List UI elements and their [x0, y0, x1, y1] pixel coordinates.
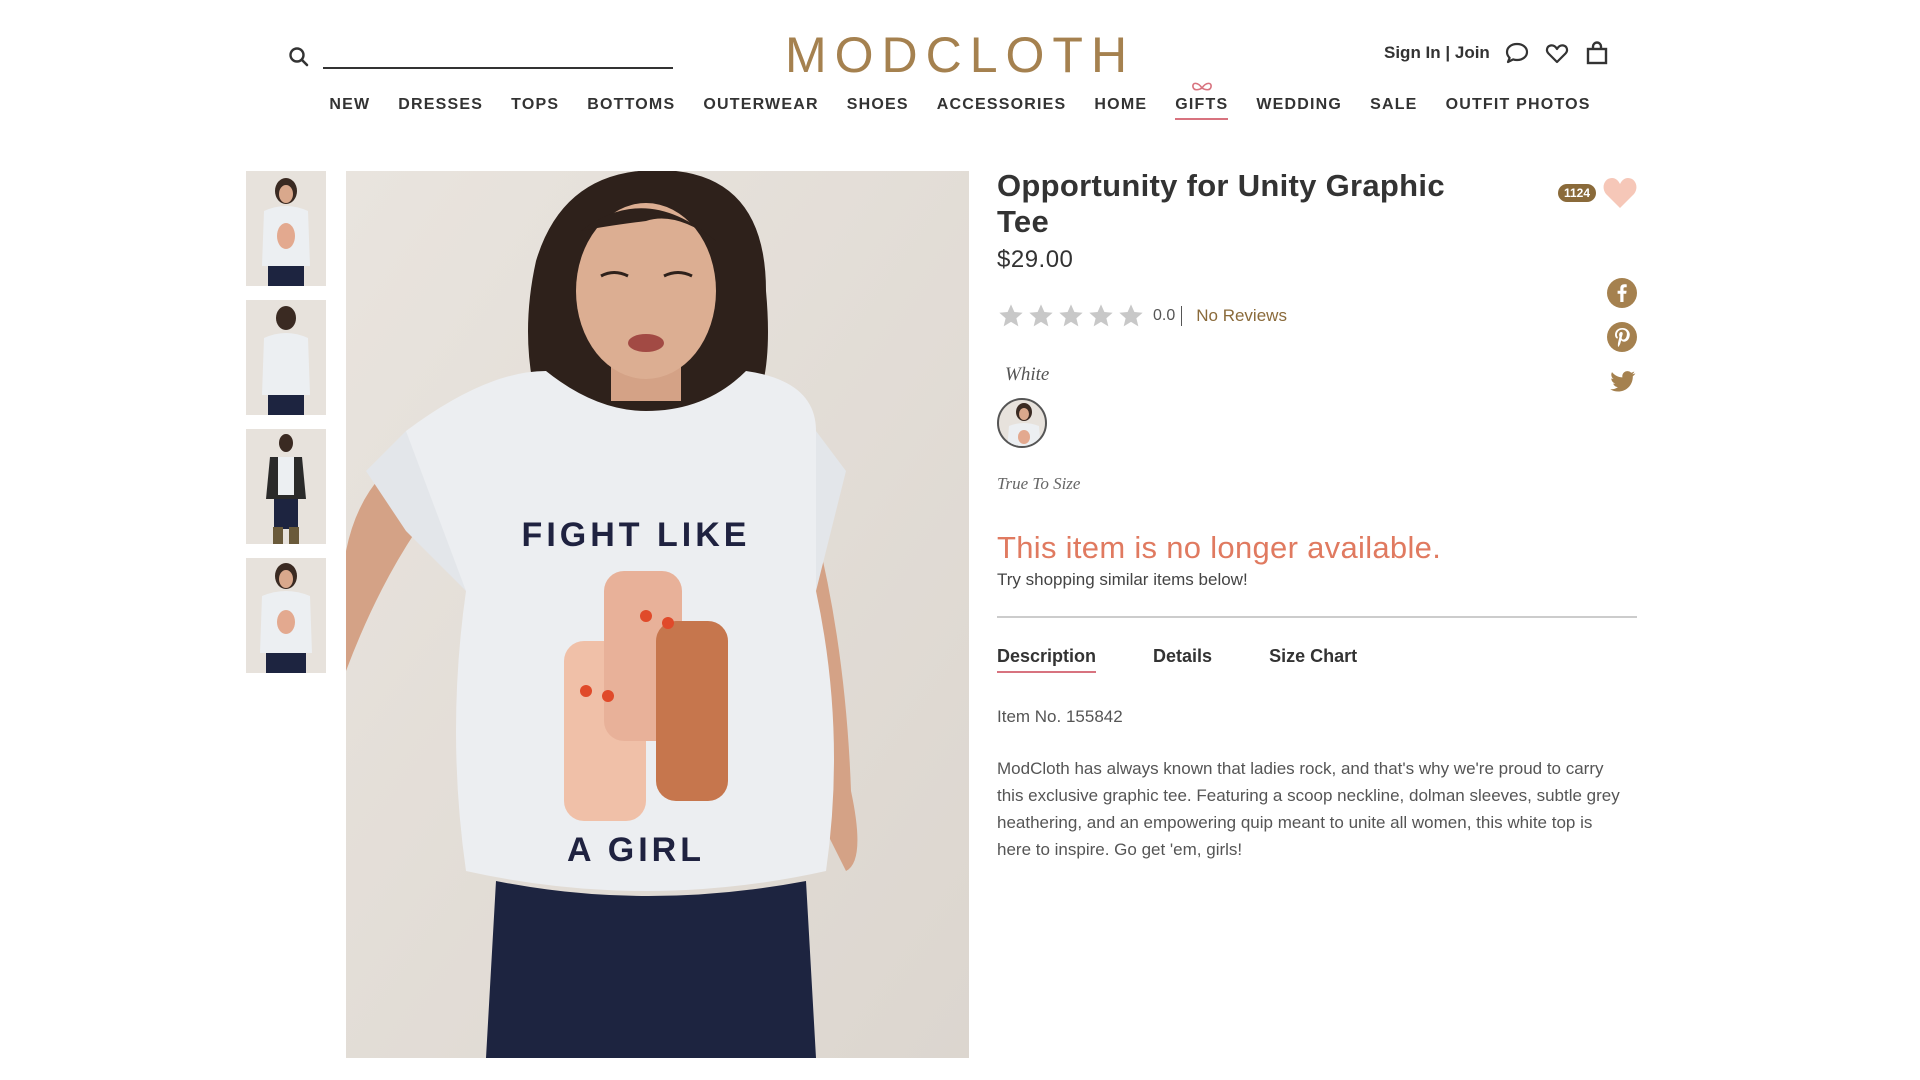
- shopping-bag-icon[interactable]: [1584, 40, 1610, 66]
- shirt-text-bottom: A GIRL: [567, 831, 705, 869]
- nav-bottoms[interactable]: BOTTOMS: [587, 96, 675, 120]
- facebook-icon[interactable]: [1607, 278, 1637, 308]
- tab-size-chart[interactable]: Size Chart: [1269, 646, 1357, 673]
- star-icon: [1029, 304, 1053, 327]
- account-bar: Sign In | Join: [1384, 40, 1610, 66]
- tab-details[interactable]: Details: [1153, 646, 1212, 673]
- wishlist-count-badge: 1124: [1558, 184, 1597, 202]
- product-image[interactable]: FIGHT LIKE A GIRL: [346, 171, 969, 1058]
- thumbnail-3[interactable]: [246, 429, 326, 544]
- thumbnail-list: [246, 171, 326, 687]
- product-price: $29.00: [997, 246, 1074, 273]
- nav-outerwear[interactable]: OUTERWEAR: [703, 96, 818, 120]
- nav-outfit-photos[interactable]: OUTFIT PHOTOS: [1446, 96, 1591, 120]
- star-icon: [999, 304, 1023, 327]
- rating-row: 0.0 No Reviews: [997, 302, 1637, 330]
- logo[interactable]: MODCLOTH: [780, 26, 1140, 84]
- tab-description[interactable]: Description: [997, 646, 1097, 673]
- shirt-text-top: FIGHT LIKE: [522, 516, 751, 554]
- product-info: Opportunity for Unity Graphic Tee $29.00…: [997, 168, 1637, 863]
- nav-wedding[interactable]: WEDDING: [1256, 96, 1342, 120]
- product-title: Opportunity for Unity Graphic Tee: [997, 168, 1445, 239]
- search-input[interactable]: [323, 45, 673, 69]
- nav-new[interactable]: NEW: [329, 96, 370, 120]
- nav-shoes[interactable]: SHOES: [847, 96, 909, 120]
- product-tabs: Description Details Size Chart: [997, 646, 1637, 673]
- social-share: [1607, 278, 1637, 396]
- sign-in-link[interactable]: Sign In | Join: [1384, 43, 1490, 63]
- thumbnail-4[interactable]: [246, 558, 326, 673]
- thumbnail-1[interactable]: [246, 171, 326, 286]
- nav-gifts-label: GIFTS: [1175, 96, 1229, 113]
- item-number: Item No. 155842: [997, 707, 1123, 726]
- star-icon: [1089, 304, 1113, 327]
- nav-dresses[interactable]: DRESSES: [398, 96, 483, 120]
- search-icon[interactable]: [287, 45, 311, 69]
- pinterest-icon[interactable]: [1607, 322, 1637, 352]
- nav-accessories[interactable]: ACCESSORIES: [937, 96, 1067, 120]
- heart-icon[interactable]: [1544, 40, 1570, 66]
- thumbnail-2[interactable]: [246, 300, 326, 415]
- nav-sale[interactable]: SALE: [1370, 96, 1417, 120]
- twitter-icon[interactable]: [1607, 366, 1637, 396]
- rating-value: 0.0: [1153, 306, 1183, 326]
- try-similar-text: Try shopping similar items below!: [997, 570, 1248, 589]
- chat-icon[interactable]: [1504, 40, 1530, 66]
- nav-home[interactable]: HOME: [1094, 96, 1147, 120]
- wishlist-heart-icon[interactable]: [1602, 176, 1638, 210]
- star-icon: [1119, 304, 1143, 327]
- color-label: White: [1005, 364, 1050, 385]
- reviews-link[interactable]: No Reviews: [1196, 306, 1287, 326]
- search-bar: [287, 44, 673, 70]
- nav-tops[interactable]: TOPS: [511, 96, 559, 120]
- fit-label: True To Size: [997, 474, 1081, 493]
- nav-gifts[interactable]: GIFTS: [1175, 82, 1229, 120]
- unavailable-message: This item is no longer available.: [997, 530, 1442, 565]
- color-swatch-white[interactable]: [997, 398, 1047, 448]
- main-nav: NEW DRESSES TOPS BOTTOMS OUTERWEAR SHOES…: [0, 82, 1920, 120]
- star-icon: [1059, 304, 1083, 327]
- wishlist: 1124: [1558, 176, 1638, 210]
- product-description: ModCloth has always known that ladies ro…: [997, 759, 1620, 859]
- divider: [997, 616, 1637, 618]
- gift-bow-icon: [1191, 82, 1212, 91]
